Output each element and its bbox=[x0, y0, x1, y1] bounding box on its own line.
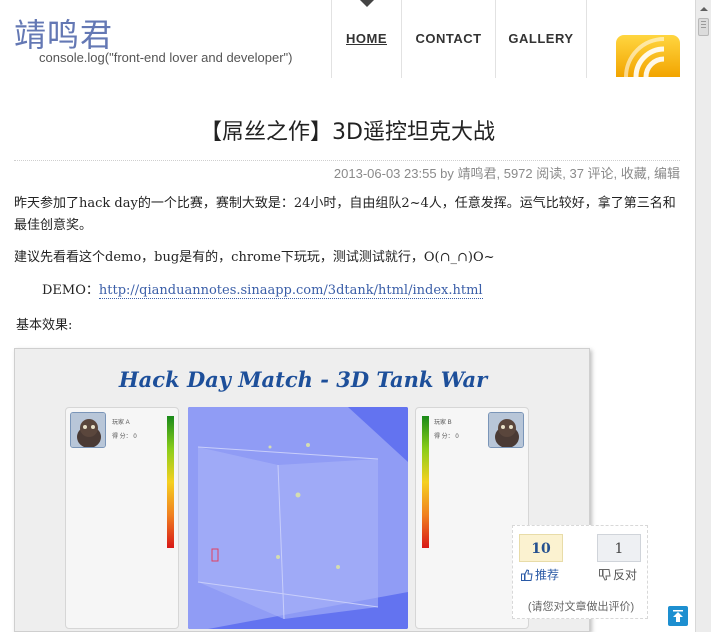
player-b-avatar bbox=[488, 412, 524, 448]
thumb-down-icon bbox=[599, 569, 611, 584]
nav-gallery[interactable]: GALLERY bbox=[495, 0, 587, 78]
oppose-count[interactable]: 1 bbox=[597, 534, 641, 562]
recommend-button[interactable]: 推荐 bbox=[521, 566, 559, 584]
rating-widget: 10 1 推荐 反对 (请您对文章做出评价) bbox=[512, 525, 648, 619]
game-screenshot: Hack Day Match - 3D Tank War 玩家 A 得 分： 0 bbox=[14, 348, 590, 632]
site-subtitle: console.log("front-end lover and develop… bbox=[39, 50, 293, 65]
active-caret-icon bbox=[360, 0, 374, 7]
nav-home[interactable]: HOME bbox=[331, 0, 401, 78]
player-b-name: 玩家 B bbox=[434, 420, 452, 426]
player-b-health-bar bbox=[422, 416, 429, 548]
nav-contact-label: CONTACT bbox=[415, 31, 482, 46]
player-b-score: 得 分： 0 bbox=[434, 434, 459, 440]
game-arena bbox=[188, 407, 408, 629]
back-to-top-icon[interactable] bbox=[668, 606, 688, 626]
player-a-name: 玩家 A bbox=[112, 420, 130, 426]
recommend-label: 推荐 bbox=[535, 568, 560, 582]
title-divider bbox=[14, 160, 680, 161]
rss-feed-icon[interactable] bbox=[616, 35, 680, 77]
scroll-up-arrow-icon[interactable] bbox=[699, 2, 709, 14]
effect-label: 基本效果: bbox=[16, 318, 73, 333]
demo-line: DEMO：http://qianduannotes.sinaapp.com/3d… bbox=[42, 280, 483, 302]
demo-label: DEMO： bbox=[42, 283, 99, 298]
rating-hint: (请您对文章做出评价) bbox=[527, 601, 635, 613]
post-paragraph-1: 昨天参加了hack day的一个比赛，赛制大致是：24小时，自由组队2~4人，任… bbox=[14, 196, 676, 233]
player-b-info: 玩家 B 得 分： 0 bbox=[434, 416, 459, 444]
thumb-up-icon bbox=[521, 569, 533, 584]
post-meta: 2013-06-03 23:55 by 靖鸣君, 5972 阅读, 37 评论,… bbox=[333, 166, 680, 181]
player-a-score: 得 分： 0 bbox=[112, 434, 137, 440]
vertical-scrollbar[interactable] bbox=[695, 0, 711, 632]
nav-gallery-label: GALLERY bbox=[508, 31, 574, 46]
player-a-panel: 玩家 A 得 分： 0 bbox=[65, 407, 179, 629]
nav-home-label: HOME bbox=[346, 31, 387, 46]
player-a-avatar bbox=[70, 412, 106, 448]
demo-link[interactable]: http://qianduannotes.sinaapp.com/3dtank/… bbox=[98, 283, 483, 299]
main-nav: HOME CONTACT GALLERY bbox=[331, 0, 587, 78]
oppose-button[interactable]: 反对 bbox=[599, 566, 637, 584]
oppose-label: 反对 bbox=[613, 568, 638, 582]
post-paragraph-2: 建议先看看这个demo，bug是有的，chrome下玩玩，测试测试就行，O(∩_… bbox=[14, 250, 495, 265]
player-a-info: 玩家 A 得 分： 0 bbox=[112, 416, 137, 444]
recommend-count[interactable]: 10 bbox=[519, 534, 563, 562]
player-a-health-bar bbox=[167, 416, 174, 548]
page: 靖鸣君 console.log("front-end lover and dev… bbox=[0, 0, 695, 632]
game-title: Hack Day Match - 3D Tank War bbox=[118, 367, 488, 392]
nav-contact[interactable]: CONTACT bbox=[401, 0, 495, 78]
post-title[interactable]: 【屌丝之作】3D遥控坦克大战 bbox=[0, 114, 695, 146]
scrollbar-thumb[interactable] bbox=[698, 18, 709, 36]
